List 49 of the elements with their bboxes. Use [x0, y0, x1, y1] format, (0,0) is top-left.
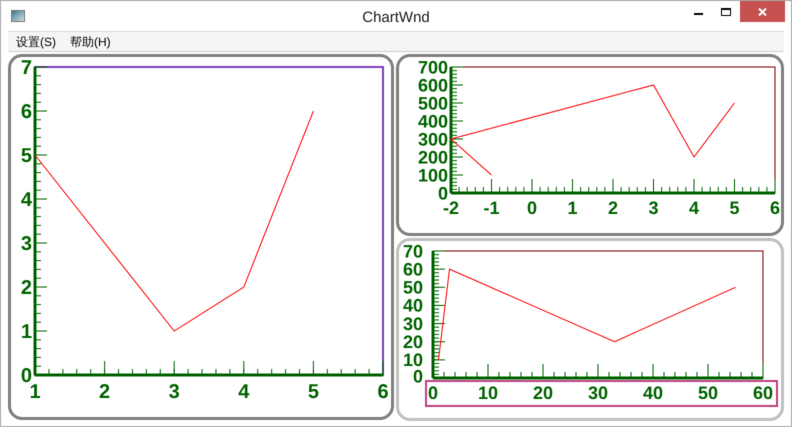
tick-label: 2	[99, 381, 110, 403]
tick-label: 5	[730, 198, 740, 218]
tick-label: 30	[402, 314, 423, 334]
close-icon	[758, 8, 767, 16]
tick-label: 4	[20, 189, 32, 211]
tick-label: 2	[20, 277, 32, 299]
tick-label: 60	[402, 259, 423, 280]
tick-label: 6	[770, 198, 780, 218]
menu-item[interactable]: 帮助(H)	[70, 32, 111, 50]
tick-label: 200	[418, 147, 448, 168]
tick-label: 4	[238, 381, 250, 403]
tick-label: 400	[418, 111, 448, 132]
window-title: ChartWnd	[362, 8, 430, 28]
tick-label: -1	[484, 198, 500, 218]
tick-label: 50	[402, 278, 423, 298]
tick-label: 600	[418, 75, 448, 96]
tick-label: 50	[698, 383, 718, 403]
tick-label: 0	[428, 383, 438, 403]
tick-label: 5	[20, 145, 32, 167]
close-button[interactable]	[740, 1, 785, 22]
tick-label: 6	[20, 101, 32, 123]
tick-label: 7	[20, 57, 32, 79]
tick-label: 0	[527, 198, 537, 218]
tick-label: 60	[752, 383, 774, 403]
tick-label: 0	[438, 183, 448, 204]
tick-label: 3	[168, 381, 180, 403]
tick-label: 500	[418, 93, 448, 114]
tick-label: 700	[418, 57, 448, 78]
menu-item[interactable]: 设置(S)	[16, 32, 56, 50]
tick-label: 30	[588, 383, 608, 403]
tick-label: 5	[308, 381, 319, 403]
tick-label: 6	[377, 381, 389, 403]
tick-label: 300	[418, 129, 448, 150]
tick-label: 1	[29, 381, 41, 403]
tick-label: 1	[568, 198, 578, 218]
tick-label: 100	[418, 165, 448, 186]
tick-label: 40	[642, 383, 664, 403]
tick-label: 40	[402, 296, 423, 316]
app-icon	[11, 10, 25, 22]
tick-label: 1	[20, 321, 32, 343]
tick-label: 3	[648, 198, 658, 218]
tick-label: 70	[402, 241, 423, 262]
tick-label: 4	[689, 198, 699, 218]
tick-label: 20	[402, 332, 423, 352]
tick-label: 0	[20, 365, 32, 387]
tick-label: 3	[20, 233, 32, 255]
tick-label: 2	[608, 198, 618, 218]
tick-label: 10	[478, 383, 498, 403]
tick-label: 20	[532, 383, 554, 403]
